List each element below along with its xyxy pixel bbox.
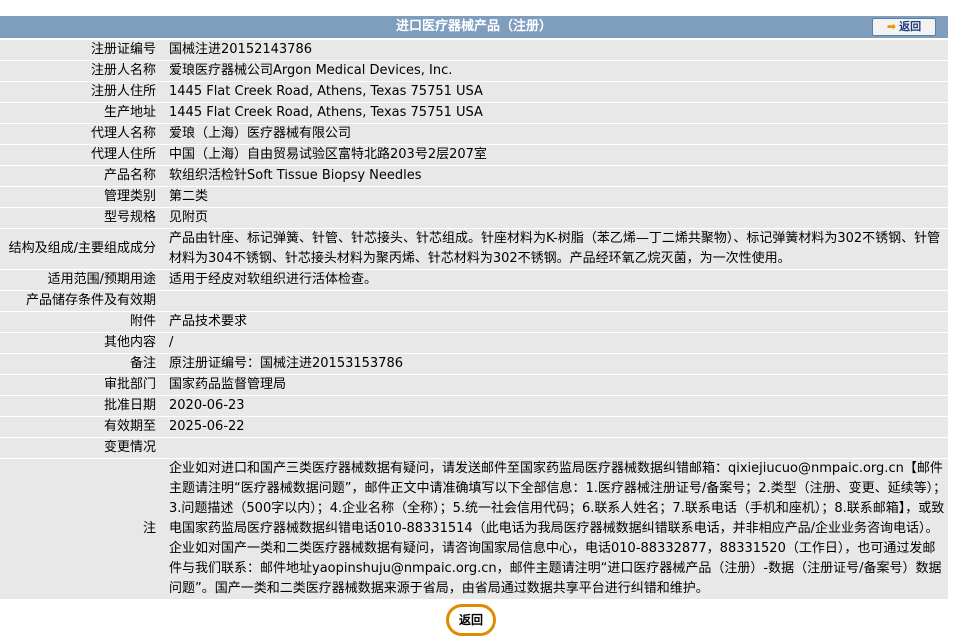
page-title: 进口医疗器械产品（注册） xyxy=(395,19,552,34)
row-label: 附件 xyxy=(0,312,163,332)
row-label: 产品名称 xyxy=(0,166,163,186)
row-label: 代理人住所 xyxy=(0,145,163,165)
table-row: 附件 产品技术要求 xyxy=(0,312,948,332)
row-label: 注册人名称 xyxy=(0,61,163,81)
row-label: 结构及组成/主要组成成分 xyxy=(0,229,163,269)
row-value xyxy=(163,438,948,458)
row-label: 管理类别 xyxy=(0,187,163,207)
table-row: 审批部门 国家药品监督管理局 xyxy=(0,375,948,395)
row-label: 型号规格 xyxy=(0,208,163,228)
page-header: 进口医疗器械产品（注册） ➡ 返回 xyxy=(0,16,948,38)
notice-row: 注 企业如对进口和国产三类医疗器械数据有疑问，请发送邮件至国家药监局医疗器械数据… xyxy=(0,459,948,599)
notice-text: 企业如对进口和国产三类医疗器械数据有疑问，请发送邮件至国家药监局医疗器械数据纠错… xyxy=(163,459,948,599)
row-value: 2020-06-23 xyxy=(163,396,948,416)
row-label: 生产地址 xyxy=(0,103,163,123)
row-value: 原注册证编号：国械注进20153153786 xyxy=(163,354,948,374)
table-row: 生产地址 1445 Flat Creek Road, Athens, Texas… xyxy=(0,103,948,123)
notice-label: 注 xyxy=(0,459,163,599)
row-value: / xyxy=(163,333,948,353)
row-label: 批准日期 xyxy=(0,396,163,416)
row-label: 产品储存条件及有效期 xyxy=(0,291,163,311)
row-value: 见附页 xyxy=(163,208,948,228)
row-value: 2025-06-22 xyxy=(163,417,948,437)
row-value: 产品由针座、标记弹簧、针管、针芯接头、针芯组成。针座材料为K-树脂（苯乙烯—丁二… xyxy=(163,229,948,269)
row-value: 软组织活检针Soft Tissue Biopsy Needles xyxy=(163,166,948,186)
detail-table: 注册证编号 国械注进20152143786 注册人名称 爱琅医疗器械公司Argo… xyxy=(0,39,948,600)
table-row: 产品名称 软组织活检针Soft Tissue Biopsy Needles xyxy=(0,166,948,186)
table-row: 注册人住所 1445 Flat Creek Road, Athens, Texa… xyxy=(0,82,948,102)
row-label: 注册证编号 xyxy=(0,40,163,60)
table-row: 批准日期 2020-06-23 xyxy=(0,396,948,416)
table-row: 注册人名称 爱琅医疗器械公司Argon Medical Devices, Inc… xyxy=(0,61,948,81)
row-value: 第二类 xyxy=(163,187,948,207)
row-value: 国家药品监督管理局 xyxy=(163,375,948,395)
row-label: 适用范围/预期用途 xyxy=(0,270,163,290)
row-value: 适用于经皮对软组织进行活体检查。 xyxy=(163,270,948,290)
row-value: 中国（上海）自由贸易试验区富特北路203号2层207室 xyxy=(163,145,948,165)
table-row: 注册证编号 国械注进20152143786 xyxy=(0,40,948,60)
arrow-right-icon: ➡ xyxy=(886,20,897,33)
row-label: 备注 xyxy=(0,354,163,374)
back-button-top-label: 返回 xyxy=(899,20,922,33)
row-value: 1445 Flat Creek Road, Athens, Texas 7575… xyxy=(163,82,948,102)
row-value: 爱琅医疗器械公司Argon Medical Devices, Inc. xyxy=(163,61,948,81)
row-label: 注册人住所 xyxy=(0,82,163,102)
table-row: 产品储存条件及有效期 xyxy=(0,291,948,311)
row-label: 代理人名称 xyxy=(0,124,163,144)
row-label: 变更情况 xyxy=(0,438,163,458)
table-row: 变更情况 xyxy=(0,438,948,458)
row-value: 产品技术要求 xyxy=(163,312,948,332)
table-row: 代理人住所 中国（上海）自由贸易试验区富特北路203号2层207室 xyxy=(0,145,948,165)
table-row: 管理类别 第二类 xyxy=(0,187,948,207)
row-value: 1445 Flat Creek Road, Athens, Texas 7575… xyxy=(163,103,948,123)
table-row: 备注 原注册证编号：国械注进20153153786 xyxy=(0,354,948,374)
row-value xyxy=(163,291,948,311)
row-label: 审批部门 xyxy=(0,375,163,395)
back-button-bottom[interactable]: 返回 xyxy=(446,604,496,636)
table-row: 有效期至 2025-06-22 xyxy=(0,417,948,437)
table-row: 结构及组成/主要组成成分 产品由针座、标记弹簧、针管、针芯接头、针芯组成。针座材… xyxy=(0,229,948,269)
row-value: 国械注进20152143786 xyxy=(163,40,948,60)
table-row: 适用范围/预期用途 适用于经皮对软组织进行活体检查。 xyxy=(0,270,948,290)
row-value: 爱琅（上海）医疗器械有限公司 xyxy=(163,124,948,144)
back-button-top[interactable]: ➡ 返回 xyxy=(872,18,936,36)
row-label: 有效期至 xyxy=(0,417,163,437)
table-row: 其他内容 / xyxy=(0,333,948,353)
table-row: 型号规格 见附页 xyxy=(0,208,948,228)
table-row: 代理人名称 爱琅（上海）医疗器械有限公司 xyxy=(0,124,948,144)
row-label: 其他内容 xyxy=(0,333,163,353)
